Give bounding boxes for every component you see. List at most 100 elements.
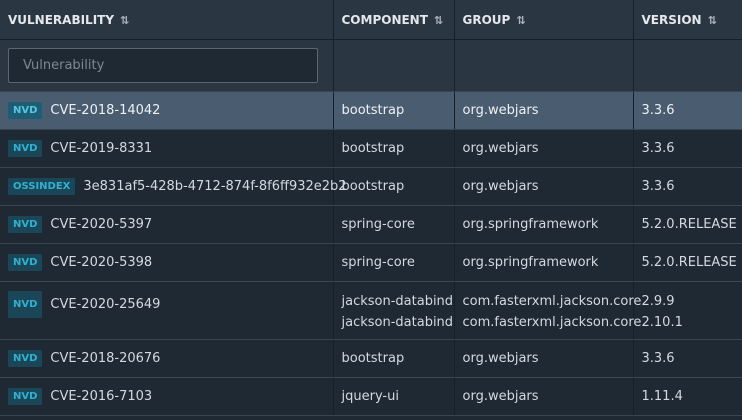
version-value: 3.3.6	[641, 179, 675, 194]
filter-cell	[0, 39, 334, 92]
vulnerability-filter-input[interactable]	[8, 48, 318, 83]
group-cell: org.springframework	[454, 243, 634, 282]
column-header-group[interactable]: GROUP ⇅	[454, 0, 634, 40]
version-value: 3.3.6	[641, 351, 675, 366]
vulnerability-cell: NVD CVE-2020-5398	[0, 243, 334, 282]
component-cell: jackson-databind jackson-databind	[333, 281, 455, 340]
table-row[interactable]: NVD CVE-2020-25649 jackson-databind jackson…	[0, 281, 742, 340]
vulnerability-cell: NVD CVE-2018-14042	[0, 91, 334, 130]
component-name: spring-core	[341, 255, 415, 270]
group-name: org.webjars	[462, 103, 539, 118]
version-cell: 3.3.6	[633, 339, 742, 378]
version-cell: 5.2.0.RELEASE	[633, 243, 742, 282]
version-value: 1.11.4	[641, 389, 683, 404]
table-row[interactable]: NVD CVE-2020-5397 spring-core org.springfra…	[0, 205, 742, 244]
column-header-label: VERSION	[641, 12, 702, 27]
source-badge: NVD	[8, 388, 43, 405]
component-cell: jquery-ui	[333, 377, 455, 416]
vulnerability-cell: NVD CVE-2016-7103	[0, 377, 334, 416]
version-cell: 3.3.6	[633, 167, 742, 206]
vulnerability-id-link[interactable]: CVE-2020-5397	[50, 217, 152, 232]
source-badge: NVD	[8, 216, 43, 233]
vulnerability-id-link[interactable]: CVE-2019-8331	[50, 141, 152, 156]
version-value: 5.2.0.RELEASE	[641, 255, 737, 270]
source-badge: NVD	[8, 254, 43, 271]
vulnerability-id-link[interactable]: CVE-2018-14042	[50, 103, 160, 118]
column-header-version[interactable]: VERSION ⇅	[633, 0, 742, 40]
source-badge: NVD	[8, 140, 43, 157]
group-name: org.springframework	[462, 217, 599, 232]
version-value: 2.9.9	[641, 294, 675, 309]
source-badge: NVD	[8, 291, 43, 318]
version-value: 5.2.0.RELEASE	[641, 217, 737, 232]
component-name: bootstrap	[341, 351, 405, 366]
group-cell: org.webjars	[454, 167, 634, 206]
vulnerability-id-link[interactable]: 3e831af5-428b-4712-874f-8f6ff932e2b2	[83, 179, 346, 194]
group-name: org.webjars	[462, 179, 539, 194]
column-header-label: COMPONENT	[341, 12, 428, 27]
table-row[interactable]: OSSINDEX 3e831af5-428b-4712-874f-8f6ff932…	[0, 167, 742, 206]
filter-row	[0, 39, 742, 92]
vulnerability-table: VULNERABILITY ⇅ COMPONENT ⇅ GROUP ⇅ VERSION…	[0, 0, 742, 416]
component-cell: bootstrap	[333, 129, 455, 168]
column-header-label: VULNERABILITY	[8, 12, 115, 27]
component-name: jackson-databind	[341, 294, 454, 309]
sort-icon: ⇅	[120, 13, 129, 27]
vulnerability-cell: NVD CVE-2018-20676	[0, 339, 334, 378]
component-cell: spring-core	[333, 205, 455, 244]
vulnerability-cell: OSSINDEX 3e831af5-428b-4712-874f-8f6ff932…	[0, 167, 347, 206]
group-name: org.webjars	[462, 351, 539, 366]
component-name: jackson-databind	[341, 315, 454, 330]
component-cell: bootstrap	[333, 167, 455, 206]
group-cell: org.webjars	[454, 129, 634, 168]
version-cell: 3.3.6	[633, 91, 742, 130]
component-name: spring-core	[341, 217, 415, 232]
group-name: org.webjars	[462, 141, 539, 156]
source-badge: NVD	[8, 350, 43, 367]
group-name: org.springframework	[462, 255, 599, 270]
filter-cell	[454, 39, 634, 92]
version-cell: 1.11.4	[633, 377, 742, 416]
group-cell: org.webjars	[454, 91, 634, 130]
sort-icon: ⇅	[433, 13, 443, 27]
version-value: 3.3.6	[641, 103, 675, 118]
group-name: com.fasterxml.jackson.core	[462, 315, 642, 330]
group-name: org.webjars	[462, 389, 539, 404]
component-name: jquery-ui	[341, 389, 399, 404]
vulnerability-cell: NVD CVE-2019-8331	[0, 129, 334, 168]
component-cell: spring-core	[333, 243, 455, 282]
version-cell: 5.2.0.RELEASE	[633, 205, 742, 244]
header-row: VULNERABILITY ⇅ COMPONENT ⇅ GROUP ⇅ VERSION…	[0, 0, 742, 40]
component-cell: bootstrap	[333, 91, 455, 130]
table-row[interactable]: NVD CVE-2018-20676 bootstrap org.webjars 3.3…	[0, 339, 742, 378]
component-name: bootstrap	[341, 141, 405, 156]
table-row[interactable]: NVD CVE-2018-14042 bootstrap org.webjars 3.3…	[0, 91, 742, 130]
version-cell: 2.9.9 2.10.1	[633, 281, 742, 340]
component-name: bootstrap	[341, 103, 405, 118]
version-value: 2.10.1	[641, 315, 683, 330]
table-row[interactable]: NVD CVE-2020-5398 spring-core org.springfra…	[0, 243, 742, 282]
sort-icon: ⇅	[707, 13, 717, 27]
table-row[interactable]: NVD CVE-2016-7103 jquery-ui org.webjars 1.11…	[0, 377, 742, 416]
group-cell: com.fasterxml.jackson.core com.fasterxml.…	[454, 281, 642, 340]
group-name: com.fasterxml.jackson.core	[462, 294, 642, 309]
table-row[interactable]: NVD CVE-2019-8331 bootstrap org.webjars 3.3.…	[0, 129, 742, 168]
filter-cell	[333, 39, 455, 92]
vulnerability-cell: NVD CVE-2020-5397	[0, 205, 334, 244]
component-cell: bootstrap	[333, 339, 455, 378]
group-cell: org.springframework	[454, 205, 634, 244]
vulnerability-id-link[interactable]: CVE-2016-7103	[50, 389, 152, 404]
column-header-component[interactable]: COMPONENT ⇅	[333, 0, 455, 40]
vulnerability-id-link[interactable]: CVE-2018-20676	[50, 351, 160, 366]
column-header-vulnerability[interactable]: VULNERABILITY ⇅	[0, 0, 334, 40]
group-cell: org.webjars	[454, 377, 634, 416]
source-badge: NVD	[8, 102, 43, 119]
column-header-label: GROUP	[462, 12, 511, 27]
version-value: 3.3.6	[641, 141, 675, 156]
component-name: bootstrap	[341, 179, 405, 194]
vulnerability-id-link[interactable]: CVE-2020-25649	[50, 297, 160, 312]
vulnerability-id-link[interactable]: CVE-2020-5398	[50, 255, 152, 270]
group-cell: org.webjars	[454, 339, 634, 378]
sort-icon: ⇅	[516, 13, 525, 27]
source-badge: OSSINDEX	[8, 178, 76, 195]
